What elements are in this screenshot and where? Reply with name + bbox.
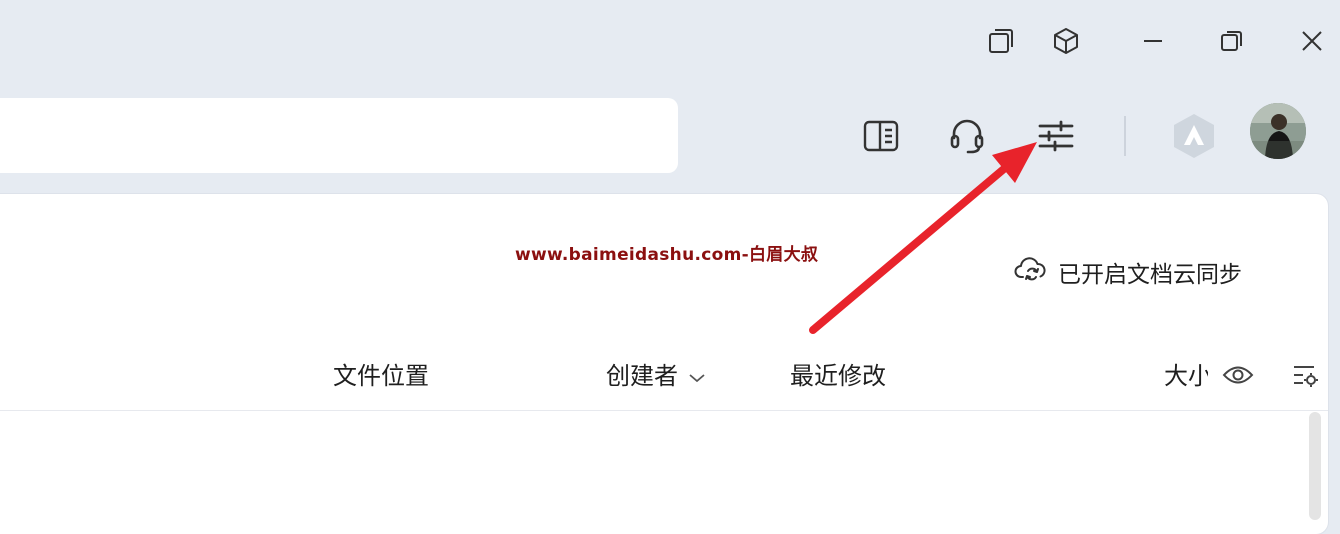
annotation-arrow <box>809 142 1037 334</box>
